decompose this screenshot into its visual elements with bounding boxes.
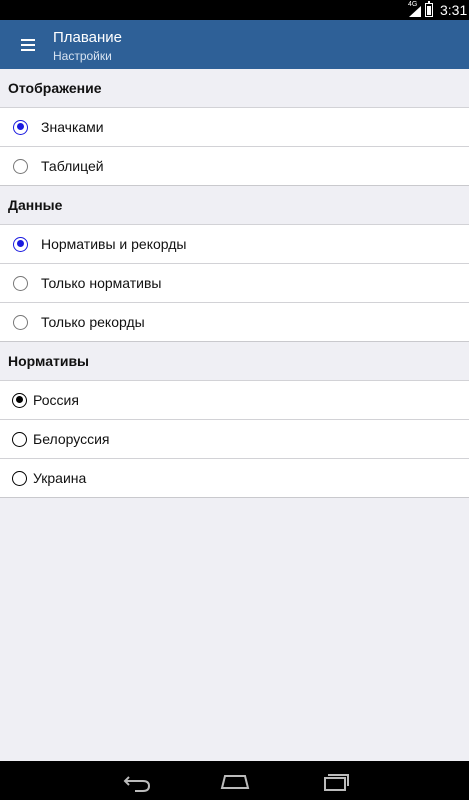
option-label: Россия bbox=[33, 392, 79, 408]
option-records-only[interactable]: Только рекорды bbox=[0, 303, 469, 342]
radio-unchecked-icon[interactable] bbox=[13, 275, 28, 291]
section-header-data: Данные bbox=[0, 186, 469, 225]
option-label: Белоруссия bbox=[33, 431, 110, 447]
menu-icon[interactable] bbox=[10, 30, 46, 60]
radio-unchecked-icon[interactable] bbox=[13, 314, 28, 330]
navigation-bar bbox=[0, 761, 469, 800]
option-label: Значками bbox=[41, 119, 104, 135]
option-norms-only[interactable]: Только нормативы bbox=[0, 264, 469, 303]
option-label: Только рекорды bbox=[41, 314, 145, 330]
page-subtitle: Настройки bbox=[53, 49, 112, 63]
option-label: Нормативы и рекорды bbox=[41, 236, 187, 252]
battery-icon bbox=[425, 1, 433, 17]
radio-checked-icon[interactable] bbox=[13, 236, 28, 252]
section-header-norms: Нормативы bbox=[0, 342, 469, 381]
option-icons[interactable]: Значками bbox=[0, 108, 469, 147]
norms-options: Россия Белоруссия Украина bbox=[0, 381, 469, 498]
option-russia[interactable]: Россия bbox=[0, 381, 469, 420]
page-title: Плавание bbox=[53, 29, 123, 46]
option-table[interactable]: Таблицей bbox=[0, 147, 469, 186]
radio-checked-icon[interactable] bbox=[12, 392, 27, 408]
clock: 3:31 bbox=[440, 2, 468, 18]
status-bar: 4G 3:31 bbox=[0, 0, 469, 20]
signal-icon bbox=[409, 6, 421, 17]
data-options: Нормативы и рекорды Только нормативы Тол… bbox=[0, 225, 469, 342]
option-belarus[interactable]: Белоруссия bbox=[0, 420, 469, 459]
option-norms-and-records[interactable]: Нормативы и рекорды bbox=[0, 225, 469, 264]
app-bar: Плавание Настройки bbox=[0, 20, 469, 69]
recents-icon[interactable] bbox=[305, 761, 365, 800]
option-label: Таблицей bbox=[41, 158, 104, 174]
radio-checked-icon[interactable] bbox=[13, 119, 28, 135]
radio-unchecked-icon[interactable] bbox=[13, 158, 28, 174]
option-ukraine[interactable]: Украина bbox=[0, 459, 469, 498]
radio-unchecked-icon[interactable] bbox=[12, 431, 27, 447]
home-icon[interactable] bbox=[205, 761, 265, 800]
option-label: Украина bbox=[33, 470, 87, 486]
radio-unchecked-icon[interactable] bbox=[12, 470, 27, 486]
section-header-display: Отображение bbox=[0, 69, 469, 108]
option-label: Только нормативы bbox=[41, 275, 162, 291]
settings-content: Отображение Значками Таблицей Данные Нор… bbox=[0, 69, 469, 498]
back-icon[interactable] bbox=[105, 761, 165, 800]
display-options: Значками Таблицей bbox=[0, 108, 469, 186]
